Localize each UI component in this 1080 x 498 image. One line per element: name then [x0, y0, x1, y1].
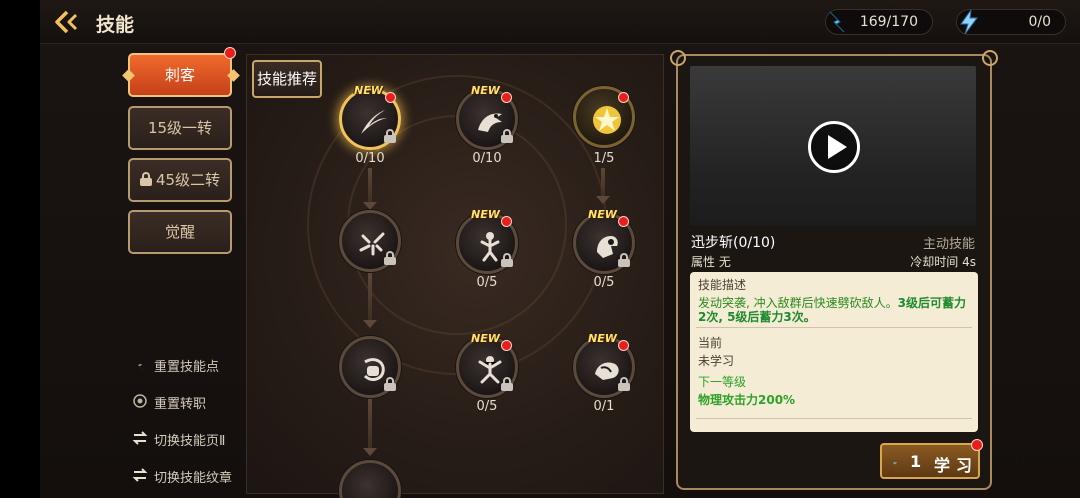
new-badge: NEW	[588, 208, 617, 221]
tab-label: 觉醒	[164, 223, 195, 241]
lock-icon	[384, 377, 396, 391]
skill-node[interactable]	[339, 210, 401, 272]
skill-level: 0/5	[476, 275, 498, 290]
skill-type: 主动技能	[922, 237, 975, 252]
back-arrow-icon	[55, 10, 78, 34]
skill-point-value: 169/170	[859, 14, 918, 30]
learn-cost: 1	[910, 452, 922, 471]
tab-label: 45级二转	[155, 171, 221, 189]
skill-point-icon	[829, 11, 845, 33]
notification-dot	[618, 216, 629, 227]
left-margin	[0, 0, 40, 498]
tree-arrow	[363, 448, 377, 456]
lock-icon	[501, 129, 513, 143]
skill-screen: 技能 169/170 0/0 刺客 15级一转 45级二转 觉醒 重置技能点 重…	[0, 0, 1080, 498]
tree-connector	[368, 398, 372, 450]
lock-icon	[139, 172, 152, 186]
divider	[696, 418, 972, 419]
switch-icon	[132, 467, 148, 483]
panel-ornament	[982, 50, 998, 66]
tree-connector	[601, 168, 605, 198]
tree-arrow	[596, 196, 610, 204]
reset-class-button[interactable]: 重置转职	[128, 387, 240, 415]
tree-arrow	[363, 202, 377, 210]
next-level-header: 下一等级	[698, 375, 747, 389]
notification-dot	[501, 340, 512, 351]
desc-header: 技能描述	[698, 278, 747, 292]
skill-cooldown: 冷却时间 4s	[910, 255, 976, 269]
tab-label: 15级一转	[147, 119, 213, 137]
lock-icon	[618, 253, 630, 267]
next-level-value: 物理攻击力200%	[698, 393, 796, 407]
play-button[interactable]	[808, 121, 860, 173]
reset-skill-points-button[interactable]: 重置技能点	[128, 350, 240, 378]
tree-arrow	[363, 320, 377, 328]
tree-connector	[368, 272, 372, 324]
switch-icon	[132, 430, 148, 446]
reset-points-icon	[132, 356, 148, 372]
tab-label: 刺客	[164, 66, 195, 84]
lock-icon	[384, 251, 396, 265]
skill-recommend-button[interactable]: 技能推荐	[252, 60, 322, 98]
back-button[interactable]	[54, 10, 80, 34]
divider	[696, 327, 972, 328]
star-strike-icon	[593, 106, 621, 134]
skill-node[interactable]	[339, 336, 401, 398]
notification-dot	[501, 216, 512, 227]
skill-level: 1/5	[593, 151, 615, 166]
desc-text: 发动突袭, 冲入敌群后快速劈砍敌人。3级后可蓄力2次, 5级后蓄力3次。	[698, 296, 973, 324]
skill-name: 迅步斩(0/10)	[691, 235, 776, 251]
notification-dot	[385, 92, 396, 103]
skill-level: 0/10	[472, 151, 502, 166]
play-icon	[828, 135, 847, 159]
recommend-label: 技能推荐	[256, 70, 317, 88]
lock-icon	[618, 377, 630, 391]
skill-level: 0/5	[476, 399, 498, 414]
notification-dot	[501, 92, 512, 103]
notification-dot	[224, 47, 236, 59]
current-value: 未学习	[698, 354, 735, 368]
top-bar: 技能 169/170 0/0	[40, 0, 1080, 44]
notification-dot	[971, 439, 983, 451]
skill-point-counter: 169/170	[825, 9, 933, 35]
new-badge: NEW	[588, 332, 617, 345]
lock-icon	[501, 253, 513, 267]
skill-level: 0/5	[593, 275, 615, 290]
panel-ornament	[670, 50, 686, 66]
lock-icon	[384, 129, 396, 143]
tab-first-advancement[interactable]: 15级一转	[128, 106, 232, 150]
lightning-icon	[960, 9, 978, 35]
notification-dot	[618, 340, 629, 351]
switch-skill-page-button[interactable]: 切换技能页Ⅱ	[128, 424, 240, 452]
tab-awakening[interactable]: 觉醒	[128, 210, 232, 254]
skill-point-icon	[889, 455, 901, 470]
side-action-label: 切换技能页Ⅱ	[154, 434, 226, 449]
page-title: 技能	[96, 14, 135, 36]
tab-assassin[interactable]: 刺客	[128, 53, 232, 97]
notification-dot	[618, 92, 629, 103]
skill-description-box: 技能描述 发动突袭, 冲入敌群后快速劈砍敌人。3级后可蓄力2次, 5级后蓄力3次…	[690, 272, 978, 432]
side-action-label: 切换技能纹章	[154, 471, 233, 486]
side-action-label: 重置转职	[154, 397, 207, 412]
new-badge: NEW	[471, 332, 500, 345]
learn-label: 学习	[934, 456, 979, 475]
tree-connector	[368, 168, 372, 206]
energy-value: 0/0	[1028, 14, 1051, 30]
new-badge: NEW	[354, 84, 383, 97]
learn-button[interactable]: 1 学习	[880, 443, 980, 479]
skill-level: 0/10	[355, 151, 385, 166]
energy-counter: 0/0	[956, 9, 1066, 35]
switch-skill-emblem-button[interactable]: 切换技能纹章	[128, 461, 240, 489]
desc-text-main: 发动突袭, 冲入敌群后快速劈砍敌人。	[698, 296, 898, 310]
side-action-label: 重置技能点	[154, 360, 220, 375]
skill-level: 0/1	[593, 399, 615, 414]
new-badge: NEW	[471, 208, 500, 221]
new-badge: NEW	[471, 84, 500, 97]
reset-class-icon	[132, 393, 148, 409]
current-header: 当前	[698, 336, 723, 350]
lock-icon	[501, 377, 513, 391]
tab-second-advancement[interactable]: 45级二转	[128, 158, 232, 202]
skill-attribute: 属性 无	[691, 255, 731, 269]
